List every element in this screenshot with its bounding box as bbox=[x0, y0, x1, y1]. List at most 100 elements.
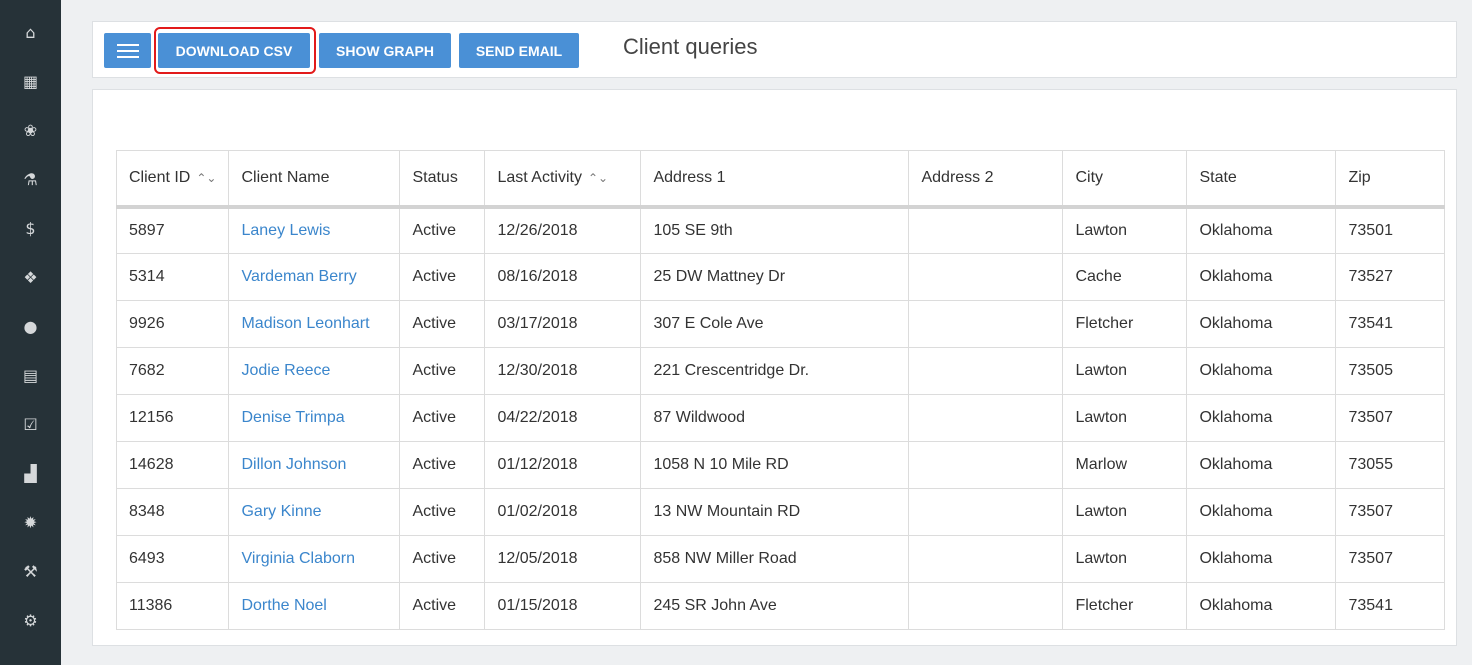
sort-icon[interactable]: ⌃⌄ bbox=[588, 171, 608, 185]
table-cell: Oklahoma bbox=[1186, 535, 1337, 583]
table-cell bbox=[908, 394, 1064, 442]
column-header[interactable]: Last Activity ⌃⌄ bbox=[484, 150, 642, 209]
column-label: City bbox=[1075, 168, 1104, 186]
client-name-link[interactable]: Dorthe Noel bbox=[241, 597, 326, 614]
client-name-link[interactable]: Laney Lewis bbox=[241, 222, 330, 239]
table-cell bbox=[908, 253, 1064, 301]
table-cell: 73507 bbox=[1335, 394, 1446, 442]
table-cell: 73527 bbox=[1335, 253, 1446, 301]
dollar-icon[interactable]: $ bbox=[0, 216, 61, 240]
column-label: Status bbox=[412, 168, 458, 186]
hamburger-icon bbox=[116, 43, 139, 58]
column-header: Status bbox=[399, 150, 486, 209]
table-cell: 73055 bbox=[1335, 441, 1446, 489]
check-square-icon[interactable]: ☑ bbox=[0, 412, 61, 436]
column-header[interactable]: Client ID ⌃⌄ bbox=[115, 150, 230, 209]
table-cell: 8348 bbox=[115, 488, 230, 536]
flask-icon[interactable]: ⚗ bbox=[0, 167, 61, 191]
table-cell: 12/30/2018 bbox=[484, 347, 642, 395]
table-cell bbox=[908, 347, 1064, 395]
table-cell: Laney Lewis bbox=[228, 206, 401, 254]
table-cell bbox=[908, 488, 1064, 536]
table-cell: 12/05/2018 bbox=[484, 535, 642, 583]
table-cell: 1058 N 10 Mile RD bbox=[640, 441, 910, 489]
send-email-button[interactable]: SEND EMAIL bbox=[459, 33, 579, 68]
dropbox-icon[interactable]: ❖ bbox=[0, 265, 61, 289]
table-cell: Oklahoma bbox=[1186, 253, 1337, 301]
gear-icon[interactable]: ✹ bbox=[0, 510, 61, 534]
calendar-icon[interactable]: ▦ bbox=[0, 69, 61, 93]
table-cell: Fletcher bbox=[1062, 300, 1188, 348]
table-cell: Oklahoma bbox=[1186, 582, 1337, 630]
table-cell: Lawton bbox=[1062, 347, 1188, 395]
column-header: Address 1 bbox=[640, 150, 910, 209]
home-icon[interactable]: ⌂ bbox=[0, 20, 61, 44]
table-cell: 87 Wildwood bbox=[640, 394, 910, 442]
receipt-icon[interactable]: ▤ bbox=[0, 363, 61, 387]
table-cell: 01/15/2018 bbox=[484, 582, 642, 630]
table-row: 12156 Denise Trimpa Active 04/22/2018 87 Wil… bbox=[115, 394, 1446, 442]
table-cell: Oklahoma bbox=[1186, 300, 1337, 348]
column-label: Address 1 bbox=[653, 168, 726, 186]
table-cell: 12/26/2018 bbox=[484, 206, 642, 254]
column-header: Zip bbox=[1335, 150, 1446, 209]
gears-icon[interactable]: ⚙ bbox=[0, 608, 61, 632]
table-cell: Fletcher bbox=[1062, 582, 1188, 630]
table-row: 5897 Laney Lewis Active 12/26/2018 105 SE 9t… bbox=[115, 206, 1446, 254]
client-name-link[interactable]: Madison Leonhart bbox=[241, 315, 369, 332]
table-cell: Active bbox=[399, 300, 486, 348]
table-cell: Active bbox=[399, 582, 486, 630]
table-row: 9926 Madison Leonhart Active 03/17/2018 307 … bbox=[115, 300, 1446, 348]
table-cell: Denise Trimpa bbox=[228, 394, 401, 442]
table-row: 7682 Jodie Reece Active 12/30/2018 221 Cresc… bbox=[115, 347, 1446, 395]
table-cell: Vardeman Berry bbox=[228, 253, 401, 301]
table-cell: 25 DW Mattney Dr bbox=[640, 253, 910, 301]
client-name-link[interactable]: Virginia Claborn bbox=[241, 550, 355, 567]
client-name-link[interactable]: Vardeman Berry bbox=[241, 268, 356, 285]
table-cell: 13 NW Mountain RD bbox=[640, 488, 910, 536]
table-cell: 245 SR John Ave bbox=[640, 582, 910, 630]
table-cell bbox=[908, 206, 1064, 254]
table-cell: 9926 bbox=[115, 300, 230, 348]
table-row: 8348 Gary Kinne Active 01/02/2018 13 NW Moun… bbox=[115, 488, 1446, 536]
client-name-link[interactable]: Jodie Reece bbox=[241, 362, 330, 379]
table-cell: Cache bbox=[1062, 253, 1188, 301]
table-row: 11386 Dorthe Noel Active 01/15/2018 245 SR J… bbox=[115, 582, 1446, 630]
table-cell: 5314 bbox=[115, 253, 230, 301]
column-label: State bbox=[1199, 168, 1237, 186]
chart-icon[interactable]: ▟ bbox=[0, 461, 61, 485]
table-cell: 858 NW Miller Road bbox=[640, 535, 910, 583]
column-label: Last Activity bbox=[497, 168, 582, 186]
column-header: State bbox=[1186, 150, 1337, 209]
table-cell bbox=[908, 441, 1064, 489]
client-name-link[interactable]: Gary Kinne bbox=[241, 503, 321, 520]
clients-table: Client ID ⌃⌄ Client Name Status Last Activit… bbox=[115, 150, 1446, 630]
column-header: Client Name bbox=[228, 150, 401, 209]
download-csv-button[interactable]: DOWNLOAD CSV bbox=[158, 33, 310, 68]
table-cell: 14628 bbox=[115, 441, 230, 489]
table-cell: Active bbox=[399, 347, 486, 395]
table-cell: Active bbox=[399, 206, 486, 254]
table-cell: 73501 bbox=[1335, 206, 1446, 254]
sort-icon[interactable]: ⌃⌄ bbox=[196, 171, 216, 185]
comments-icon[interactable]: ● bbox=[0, 314, 61, 338]
table-cell: 11386 bbox=[115, 582, 230, 630]
wrench-icon[interactable]: ⚒ bbox=[0, 559, 61, 583]
menu-button[interactable] bbox=[104, 33, 151, 68]
show-graph-button[interactable]: SHOW GRAPH bbox=[319, 33, 451, 68]
table-cell: Active bbox=[399, 441, 486, 489]
table-cell: Marlow bbox=[1062, 441, 1188, 489]
paw-icon[interactable]: ❀ bbox=[0, 118, 61, 142]
sidebar: ⌂ ▦ ❀ ⚗ $ ❖ ● ▤ ☑ ▟ ✹ ⚒ ⚙ bbox=[0, 0, 61, 665]
table-cell: 12156 bbox=[115, 394, 230, 442]
table-cell: 105 SE 9th bbox=[640, 206, 910, 254]
table-cell: Lawton bbox=[1062, 394, 1188, 442]
client-name-link[interactable]: Denise Trimpa bbox=[241, 409, 344, 426]
table-cell: Madison Leonhart bbox=[228, 300, 401, 348]
table-cell: 307 E Cole Ave bbox=[640, 300, 910, 348]
table-cell: 5897 bbox=[115, 206, 230, 254]
table-cell: 73507 bbox=[1335, 488, 1446, 536]
client-name-link[interactable]: Dillon Johnson bbox=[241, 456, 346, 473]
column-header: Address 2 bbox=[908, 150, 1064, 209]
table-cell: 73541 bbox=[1335, 582, 1446, 630]
